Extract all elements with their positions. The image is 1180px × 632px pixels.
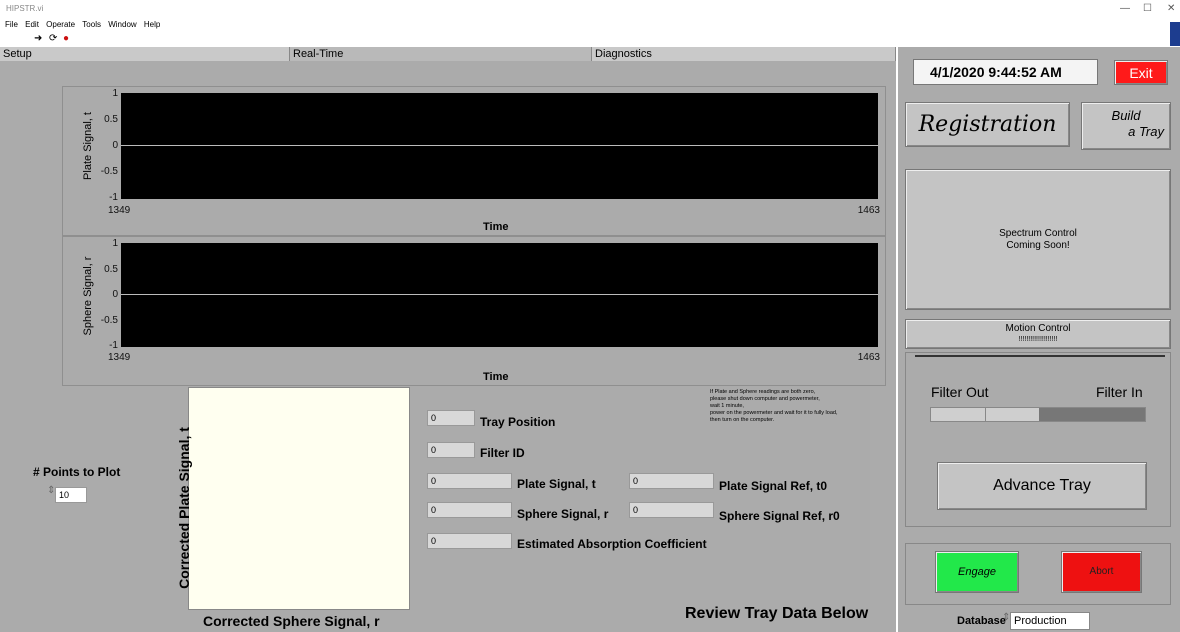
sphere-ref-field: 0 — [629, 502, 714, 518]
plate-ytick: -1 — [109, 192, 118, 203]
run-continuously-icon[interactable]: ⟳ — [49, 33, 57, 44]
filter-slider-divider — [985, 408, 986, 421]
tab-setup[interactable]: Setup — [0, 47, 290, 61]
close-icon[interactable]: ✕ — [1167, 3, 1175, 14]
filter-id-label: Filter ID — [480, 446, 525, 460]
motion-label-line1: Motion Control — [1005, 323, 1071, 334]
filter-slider[interactable] — [930, 407, 1146, 422]
tab-diagnostics[interactable]: Diagnostics — [592, 47, 896, 61]
tray-position-field: 0 — [427, 410, 475, 426]
datetime-display: 4/1/2020 9:44:52 AM — [913, 59, 1098, 85]
menu-help[interactable]: Help — [144, 20, 160, 29]
run-toolbar: ➜ ⟳ ● — [0, 33, 1180, 47]
menu-tools[interactable]: Tools — [82, 20, 101, 29]
motion-divider — [915, 355, 1165, 357]
registration-button[interactable]: Registration — [905, 102, 1070, 147]
engage-button[interactable]: Engage — [935, 551, 1019, 593]
spectrum-label-line1: Spectrum Control — [999, 228, 1077, 239]
corrected-xy-graph — [188, 387, 410, 610]
plate-xtick: 1349 — [108, 205, 131, 216]
notice-line: then turn on the computer. — [710, 417, 775, 423]
menu-file[interactable]: File — [5, 20, 18, 29]
sphere-signal-label: Sphere Signal, r — [517, 507, 609, 521]
advance-tray-button[interactable]: Advance Tray — [937, 462, 1147, 510]
database-label: Database — [957, 615, 1006, 627]
sphere-xtick: 1463 — [857, 352, 880, 363]
plate-signal-field: 0 — [427, 473, 512, 489]
notice-line: wait 1 minute, — [710, 403, 744, 409]
build-tray-button[interactable]: Build a Tray — [1081, 102, 1171, 150]
motion-control-button[interactable]: Motion Control !!!!!!!!!!!!!!!!!!!! — [905, 319, 1171, 349]
build-tray-label-line2: a Tray — [1128, 124, 1164, 139]
exit-button[interactable]: Exit — [1114, 60, 1168, 85]
sphere-plot-area — [121, 243, 878, 347]
tray-position-label: Tray Position — [480, 415, 556, 429]
plate-ref-field: 0 — [629, 473, 714, 489]
spectrum-control-button[interactable]: Spectrum Control Coming Soon! — [905, 169, 1171, 310]
run-arrow-icon[interactable]: ➜ — [34, 33, 42, 44]
sphere-xtick: 1349 — [108, 352, 131, 363]
build-tray-label-line1: Build — [1111, 108, 1141, 123]
notice-line: If Plate and Sphere readings are both ze… — [710, 389, 816, 395]
plate-xlabel: Time — [483, 221, 509, 233]
review-heading: Review Tray Data Below — [685, 605, 869, 622]
plate-xtick: 1463 — [857, 205, 880, 216]
menu-operate[interactable]: Operate — [46, 20, 75, 29]
window-titlebar: HIPSTR.vi — ☐ ✕ — [0, 0, 1180, 20]
abort-execution-icon[interactable]: ● — [63, 33, 69, 44]
window-edge-accent — [1170, 22, 1180, 46]
points-to-plot-label: # Points to Plot — [33, 465, 121, 479]
notice-line: power on the powermeter and wait for it … — [710, 410, 838, 416]
sphere-signal-field: 0 — [427, 502, 512, 518]
maximize-icon[interactable]: ☐ — [1143, 3, 1152, 14]
menu-window[interactable]: Window — [108, 20, 136, 29]
plate-ytick: -0.5 — [100, 166, 118, 177]
minimize-icon[interactable]: — — [1120, 3, 1130, 14]
abort-button[interactable]: Abort — [1061, 551, 1142, 593]
filter-slider-thumb[interactable] — [1039, 408, 1145, 421]
database-select[interactable]: Production — [1010, 612, 1090, 630]
corrected-sphere-xlabel: Corrected Sphere Signal, r — [203, 613, 380, 629]
menu-edit[interactable]: Edit — [25, 20, 39, 29]
filter-in-label: Filter In — [1096, 384, 1143, 400]
sphere-ylabel: Sphere Signal, r — [82, 256, 94, 336]
filter-out-label: Filter Out — [931, 384, 989, 400]
plate-ytick: 1 — [112, 88, 118, 99]
notice-line: please shut down computer and powermeter… — [710, 396, 820, 402]
points-to-plot-input[interactable]: 10 — [55, 487, 87, 503]
sphere-ref-label: Sphere Signal Ref, r0 — [719, 509, 840, 523]
spectrum-label-line2: Coming Soon! — [1006, 240, 1070, 251]
window-title: HIPSTR.vi — [6, 4, 44, 13]
menu-bar: File Edit Operate Tools Window Help — [0, 20, 1180, 32]
filter-id-field: 0 — [427, 442, 475, 458]
motion-label-line2: !!!!!!!!!!!!!!!!!!!! — [1018, 336, 1058, 343]
plate-ref-label: Plate Signal Ref, t0 — [719, 479, 828, 493]
plate-ylabel: Plate Signal, t — [82, 112, 94, 180]
sphere-ytick: 0 — [112, 289, 118, 300]
sphere-ytick: -0.5 — [100, 315, 118, 326]
plate-signal-label: Plate Signal, t — [517, 477, 596, 491]
corrected-plate-ylabel: Corrected Plate Signal, t — [176, 427, 192, 589]
sphere-xlabel: Time — [483, 371, 509, 383]
sphere-ytick: 0.5 — [104, 264, 118, 275]
plate-plot-area — [121, 93, 878, 199]
sphere-signal-trace — [121, 294, 878, 295]
tab-real-time[interactable]: Real-Time — [290, 47, 592, 61]
absorption-coefficient-field: 0 — [427, 533, 512, 549]
plate-signal-trace — [121, 145, 878, 146]
sphere-ytick: 1 — [112, 238, 118, 249]
plate-ytick: 0 — [112, 140, 118, 151]
sphere-ytick: -1 — [109, 340, 118, 351]
powermeter-notice: If Plate and Sphere readings are both ze… — [710, 389, 895, 424]
plate-ytick: 0.5 — [104, 114, 118, 125]
absorption-coefficient-label: Estimated Absorption Coefficient — [517, 537, 707, 551]
